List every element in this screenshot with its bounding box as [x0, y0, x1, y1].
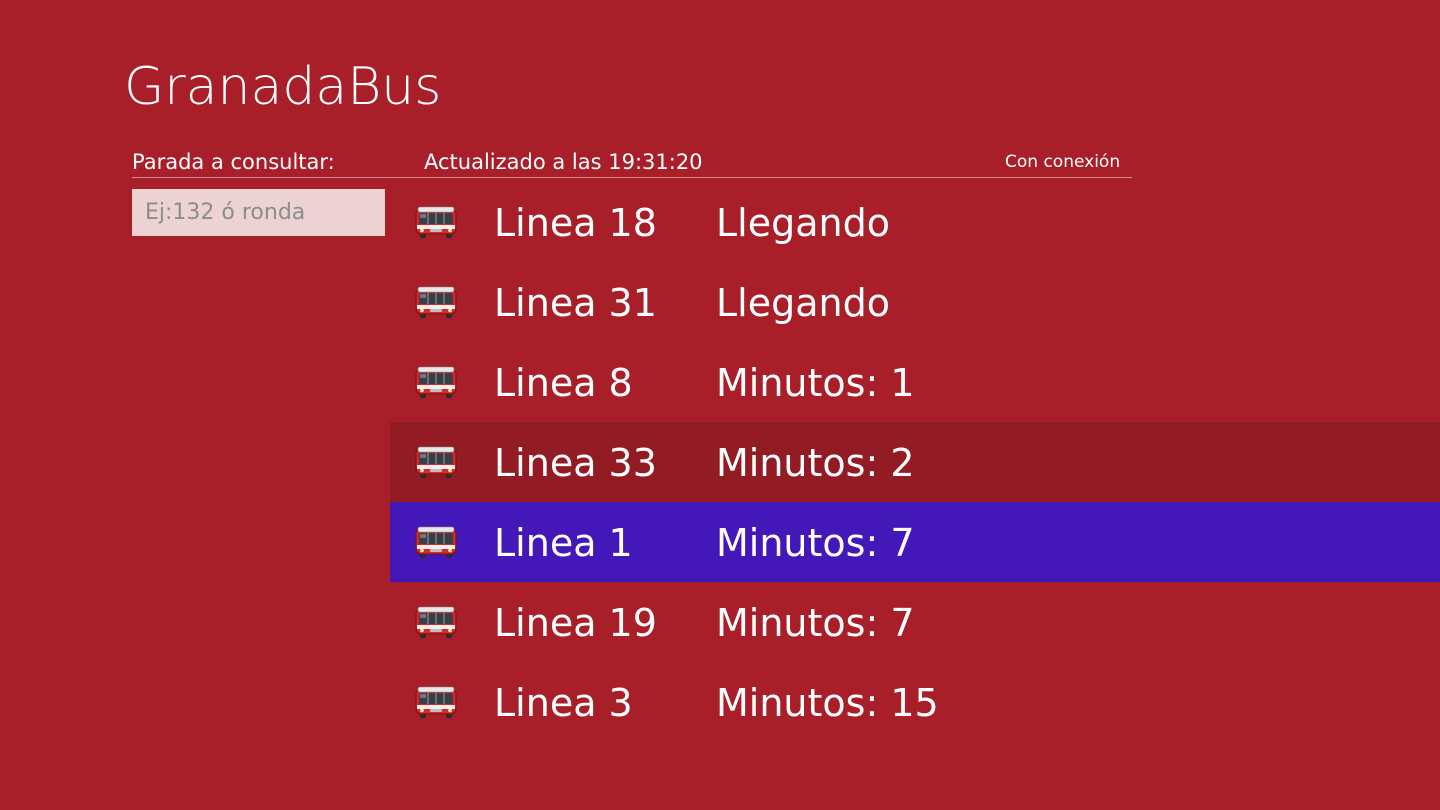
arrival-row[interactable]: Linea 31 Llegando: [390, 262, 1440, 342]
bus-icon: [414, 204, 458, 240]
arrival-time: Minutos: 7: [716, 601, 915, 645]
stop-search-input[interactable]: [132, 189, 385, 236]
arrival-row[interactable]: Linea 19 Minutos: 7: [390, 582, 1440, 662]
arrival-row[interactable]: Linea 8 Minutos: 1: [390, 342, 1440, 422]
arrival-row[interactable]: Linea 33 Minutos: 2: [390, 422, 1440, 502]
line-name: Linea 33: [494, 441, 657, 485]
connection-status: Con conexión: [1005, 152, 1121, 172]
line-name: Linea 8: [494, 361, 633, 405]
updated-label: Actualizado a las 19:31:20: [424, 150, 703, 174]
arrival-row[interactable]: Linea 18 Llegando: [390, 182, 1440, 262]
line-name: Linea 31: [494, 281, 657, 325]
line-name: Linea 19: [494, 601, 657, 645]
arrival-time: Minutos: 2: [716, 441, 915, 485]
app-title: GranadaBus: [124, 57, 442, 117]
line-name: Linea 1: [494, 521, 633, 565]
arrival-time: Llegando: [716, 201, 890, 245]
bus-icon: [414, 524, 458, 560]
arrival-time: Minutos: 7: [716, 521, 915, 565]
stop-label: Parada a consultar:: [132, 150, 335, 174]
arrivals-list: Linea 18 Llegando Linea 31 Llegando Line…: [390, 182, 1440, 742]
bus-icon: [414, 284, 458, 320]
line-name: Linea 18: [494, 201, 657, 245]
arrival-row[interactable]: Linea 1 Minutos: 7: [390, 502, 1440, 582]
header-divider: [132, 177, 1132, 178]
bus-icon: [414, 684, 458, 720]
bus-icon: [414, 604, 458, 640]
arrival-row[interactable]: Linea 3 Minutos: 15: [390, 662, 1440, 742]
arrival-time: Llegando: [716, 281, 890, 325]
bus-icon: [414, 444, 458, 480]
bus-icon: [414, 364, 458, 400]
arrival-time: Minutos: 1: [716, 361, 915, 405]
arrival-time: Minutos: 15: [716, 681, 939, 725]
line-name: Linea 3: [494, 681, 633, 725]
